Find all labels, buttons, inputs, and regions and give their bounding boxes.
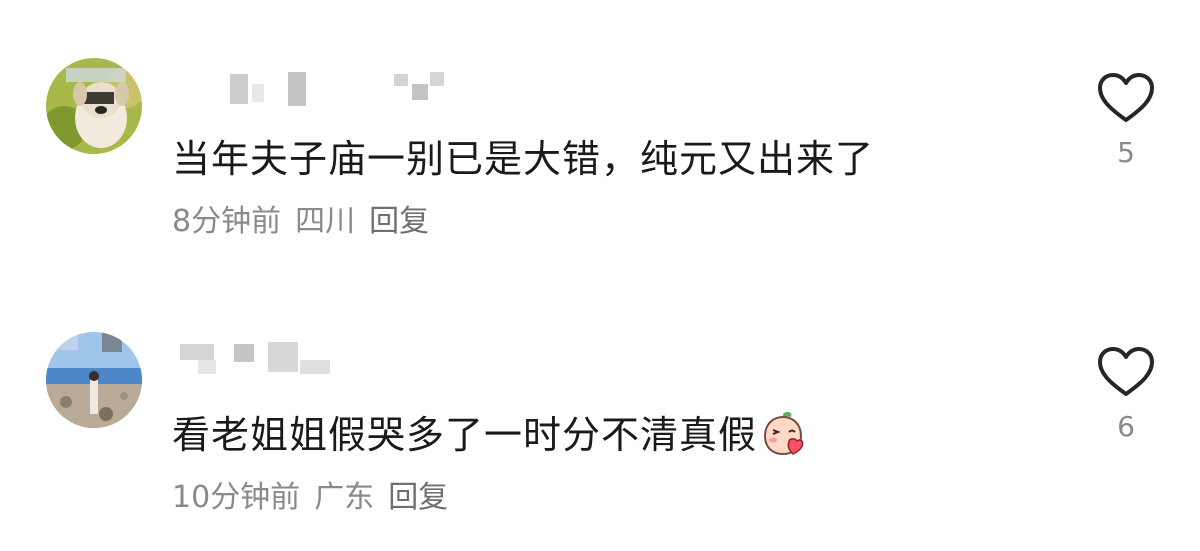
reply-button[interactable]: 回复 — [388, 480, 448, 515]
like-count: 6 — [1117, 410, 1135, 443]
comment-item: 当年夫子庙一别已是大错，纯元又出来了 8分钟前 四川 回复 5 — [0, 0, 1200, 239]
comment-text: 看老姐姐假哭多了一时分不清真假 — [172, 404, 807, 465]
like-control[interactable]: 5 — [1096, 72, 1156, 169]
like-control[interactable]: 6 — [1096, 346, 1156, 443]
comment-meta: 8分钟前 四川 回复 — [172, 196, 443, 240]
peach-shy-emoji — [759, 410, 807, 465]
like-count: 5 — [1117, 136, 1135, 169]
dog-photo-avatar — [46, 58, 142, 154]
username-redacted[interactable] — [168, 70, 468, 110]
comment-text: 当年夫子庙一别已是大错，纯元又出来了 — [172, 137, 875, 181]
comment-item: 看老姐姐假哭多了一时分不清真假 10分钟前 广东 回复 6 — [0, 276, 1200, 515]
comment-time: 8分钟前 — [172, 204, 282, 239]
comment-time: 10分钟前 — [172, 480, 301, 515]
heart-outline-icon[interactable] — [1097, 346, 1155, 398]
comment-location: 广东 — [314, 480, 375, 515]
reply-button[interactable]: 回复 — [369, 204, 429, 239]
heart-outline-icon[interactable] — [1097, 72, 1155, 124]
comment-meta: 10分钟前 广东 回复 — [172, 472, 462, 516]
username-redacted[interactable] — [168, 342, 468, 382]
user-avatar[interactable] — [46, 332, 142, 428]
comment-location: 四川 — [295, 204, 356, 239]
beach-photo-avatar — [46, 332, 142, 428]
comment-text-body: 看老姐姐假哭多了一时分不清真假 — [172, 413, 758, 457]
user-avatar[interactable] — [46, 58, 142, 154]
